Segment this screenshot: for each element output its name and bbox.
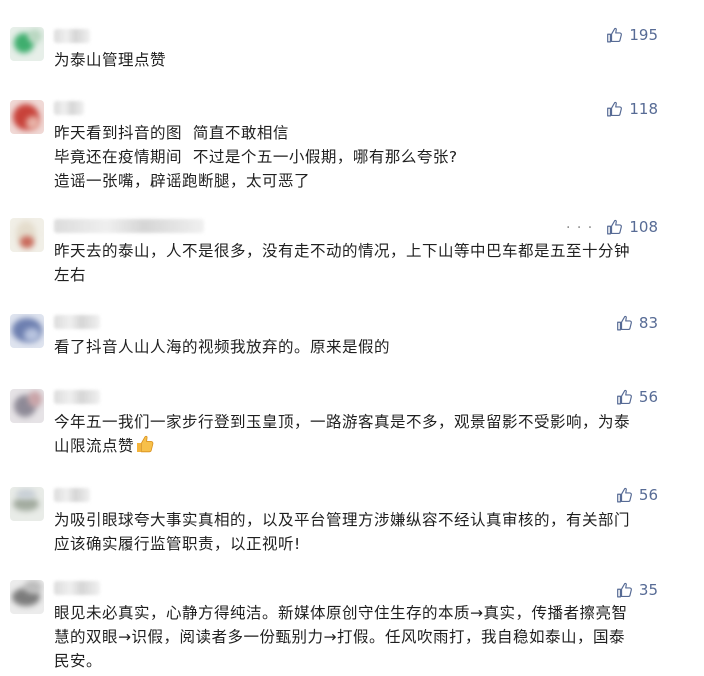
thumbs-up-emoji-icon [137,435,154,453]
comment-line-text: 山限流点赞 [54,437,135,455]
avatar[interactable] [10,487,44,521]
comment-line: 为吸引眼球夸大事实真相的，以及平台管理方涉嫌纵容不经认真审核的，有关部门 [54,511,631,529]
avatar[interactable] [10,314,44,348]
like-button[interactable]: 108 [606,218,658,236]
like-count: 83 [638,314,658,332]
username-blurred[interactable] [54,29,90,43]
like-button[interactable]: 56 [616,486,658,504]
more-options-icon[interactable]: · · · [566,220,593,236]
comment-text: 为泰山管理点赞 [54,48,654,72]
thumb-up-icon [617,582,632,597]
username-blurred[interactable] [54,315,100,329]
like-button[interactable]: 83 [616,314,658,332]
avatar[interactable] [10,218,44,252]
comment-line: 今年五一我们一家步行登到玉皇顶，一路游客真是不多，观景留影不受影响，为泰 [54,413,631,431]
like-count: 56 [638,486,658,504]
thumb-up-icon [617,315,632,330]
comment-line: 民安。 [54,652,103,670]
thumb-up-icon [617,389,632,404]
comment-line: 昨天看到抖音的图 简直不敢相信 [54,124,289,142]
like-button[interactable]: 118 [606,100,658,118]
username-blurred[interactable] [54,488,90,502]
username-blurred[interactable] [54,581,100,595]
comment-line: 毕竟还在疫情期间 不过是个五一小假期，哪有那么夸张? [54,148,458,166]
thumb-up-icon [607,27,623,42]
comment-line: 应该确实履行监管职责，以正视听! [54,535,301,553]
like-count: 195 [629,26,658,44]
comment-text: 看了抖音人山人海的视频我放弃的。原来是假的 [54,335,654,359]
comment-line: 看了抖音人山人海的视频我放弃的。原来是假的 [54,338,391,356]
like-count: 108 [629,218,658,236]
avatar[interactable] [10,100,44,134]
comment-text: 昨天去的泰山，人不是很多，没有走不动的情况，上下山等中巴车都是五至十分钟 左右 [54,239,654,287]
avatar[interactable] [10,389,44,423]
like-button[interactable]: 35 [616,581,658,599]
comment-line: 左右 [54,266,87,284]
avatar[interactable] [10,27,44,61]
comment-text: 为吸引眼球夸大事实真相的，以及平台管理方涉嫌纵容不经认真审核的，有关部门 应该确… [54,508,654,556]
comment-line: 慧的双眼→识假，阅读者多一份甄别力→打假。任风吹雨打，我自稳如泰山，国泰 [54,628,625,646]
comment-line: 眼见未必真实，心静方得纯洁。新媒体原创守住生存的本质→真实，传播者擦亮智 [54,604,628,622]
username-blurred[interactable] [54,101,84,115]
comment-line: 造谣一张嘴，辟谣跑断腿，太可恶了 [54,172,311,190]
thumb-up-icon [607,101,623,116]
username-blurred[interactable] [54,219,204,233]
like-count: 118 [629,100,658,118]
like-count: 35 [638,581,658,599]
like-count: 56 [638,388,658,406]
avatar[interactable] [10,580,44,614]
username-blurred[interactable] [54,390,100,404]
comment-line: 山限流点赞 [54,434,654,458]
comment-text: 今年五一我们一家步行登到玉皇顶，一路游客真是不多，观景留影不受影响，为泰 山限流… [54,410,654,458]
like-button[interactable]: 195 [606,26,658,44]
comment-text: 眼见未必真实，心静方得纯洁。新媒体原创守住生存的本质→真实，传播者擦亮智 慧的双… [54,601,654,673]
thumb-up-icon [617,487,632,502]
like-button[interactable]: 56 [616,388,658,406]
comment-line: 为泰山管理点赞 [54,51,167,69]
comment-line: 昨天去的泰山，人不是很多，没有走不动的情况，上下山等中巴车都是五至十分钟 [54,242,631,260]
comment-text: 昨天看到抖音的图 简直不敢相信 毕竟还在疫情期间 不过是个五一小假期，哪有那么夸… [54,121,654,193]
thumb-up-icon [607,219,623,234]
comment-list: 为泰山管理点赞 195 昨天看到抖音的图 简直不敢相信 毕竟还在疫情期间 不过是… [0,0,704,676]
